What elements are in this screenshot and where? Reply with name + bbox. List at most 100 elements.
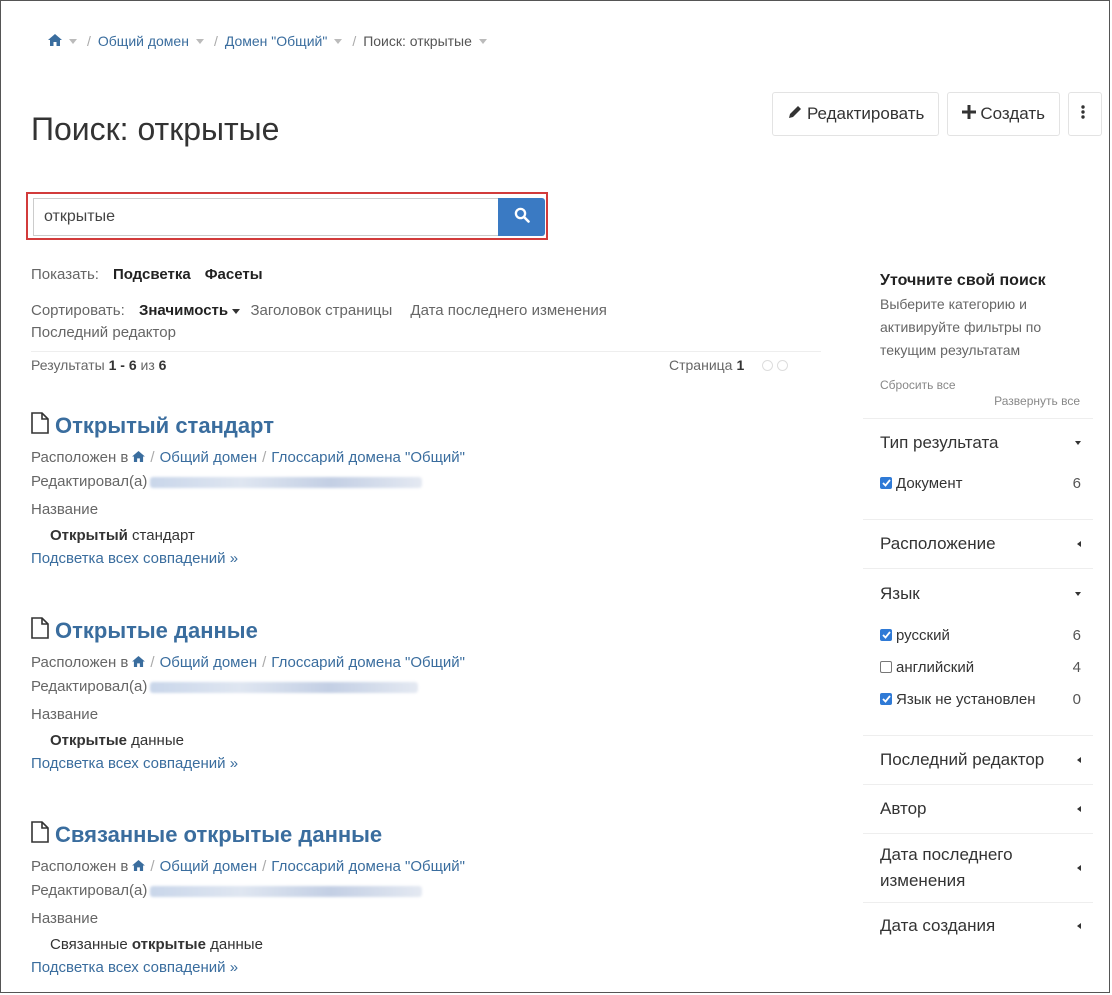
facet-option-count: 6	[1072, 474, 1081, 492]
page-title: Поиск: открытые	[31, 111, 280, 148]
chevron-left-icon	[1077, 806, 1081, 812]
results-count: Результаты 1 - 6 из 6	[31, 357, 166, 373]
result-path-glossary[interactable]: Глоссарий домена "Общий"	[271, 855, 465, 879]
sort-relevance[interactable]: Значимость	[138, 302, 241, 319]
show-label: Показать:	[31, 266, 99, 283]
more-actions-button[interactable]	[1068, 92, 1102, 136]
result-editor: Редактировал(а)	[31, 675, 831, 699]
facet-option[interactable]: Документ 6	[863, 467, 1093, 499]
facet-option-count: 0	[1072, 690, 1081, 708]
chevron-down-icon[interactable]	[334, 38, 343, 44]
sort-page-title[interactable]: Заголовок страницы	[250, 302, 392, 319]
highlight-all-link[interactable]: Подсветка всех совпадений »	[31, 957, 831, 979]
checkbox-unchecked[interactable]	[880, 661, 892, 673]
search-result: Связанные открытые данные Расположен в /…	[31, 821, 831, 979]
sort-relevance-label: Значимость	[138, 302, 229, 319]
facet-label: Автор	[880, 799, 927, 818]
plus-icon	[962, 104, 980, 124]
facet-option-label: английский	[896, 658, 975, 676]
edited-label: Редактировал(а)	[31, 882, 148, 899]
search-input[interactable]: открытые	[33, 198, 498, 236]
home-icon[interactable]	[48, 33, 62, 49]
redacted-editor-info	[150, 476, 423, 488]
highlight-all-link[interactable]: Подсветка всех совпадений »	[31, 548, 831, 570]
snippet-rest: стандарт	[127, 527, 195, 544]
show-facets-toggle[interactable]: Фасеты	[205, 266, 263, 283]
facet-label: Язык	[880, 584, 920, 603]
sidebar-description: Выберите категорию и активируйте фильтры…	[880, 296, 1042, 358]
located-label: Расположен в	[31, 449, 129, 466]
result-path-domain[interactable]: Общий домен	[160, 446, 258, 470]
path-separator: /	[150, 858, 155, 875]
result-title[interactable]: Связанные открытые данные	[31, 821, 831, 849]
prev-page-button[interactable]	[762, 359, 774, 371]
sort-last-editor[interactable]: Последний редактор	[31, 324, 176, 341]
facet-option-label: русский	[896, 626, 950, 644]
snippet-match: Открытые	[50, 732, 127, 749]
facet-last-modified: Дата последнего изменения	[863, 833, 1093, 902]
reset-all-link[interactable]: Сбросить все	[880, 378, 1093, 392]
chevron-down-icon[interactable]	[195, 38, 204, 44]
result-path-glossary[interactable]: Глоссарий домена "Общий"	[271, 651, 465, 675]
refine-search-sidebar: Уточните свой поиск Выберите категорию и…	[863, 262, 1093, 949]
page-toolbar: Редактировать Создать	[771, 92, 1102, 136]
chevron-left-icon	[1077, 757, 1081, 763]
expand-all-link[interactable]: Развернуть все	[863, 394, 1093, 408]
chevron-down-icon[interactable]	[69, 38, 77, 44]
path-separator: /	[262, 449, 267, 466]
breadcrumb-item-domain[interactable]: Общий домен	[98, 33, 189, 49]
facet-header[interactable]: Автор	[863, 785, 1093, 833]
home-icon[interactable]	[132, 651, 146, 675]
facet-header[interactable]: Тип результата	[863, 419, 1093, 467]
facet-header[interactable]: Дата создания	[863, 903, 1093, 949]
path-separator: /	[150, 654, 155, 671]
facet-header[interactable]: Расположение	[863, 520, 1093, 568]
result-title[interactable]: Открытый стандарт	[31, 412, 831, 440]
result-path-glossary[interactable]: Глоссарий домена "Общий"	[271, 446, 465, 470]
checkbox-checked[interactable]	[880, 693, 892, 705]
chevron-down-icon[interactable]	[478, 38, 487, 44]
facet-option[interactable]: русский 6	[863, 619, 1093, 651]
checkbox-checked[interactable]	[880, 477, 892, 489]
result-path-domain[interactable]: Общий домен	[160, 651, 258, 675]
breadcrumb-item-domain-general[interactable]: Домен "Общий"	[225, 33, 327, 49]
result-path-domain[interactable]: Общий домен	[160, 855, 258, 879]
checkbox-checked[interactable]	[880, 629, 892, 641]
breadcrumb-separator: /	[213, 33, 218, 49]
caret-down-icon	[232, 308, 241, 314]
highlight-all-link[interactable]: Подсветка всех совпадений »	[31, 753, 831, 775]
show-options: Показать: Подсветка Фасеты	[31, 266, 263, 283]
breadcrumb-separator: /	[352, 33, 357, 49]
create-button-label: Создать	[980, 104, 1045, 123]
facet-label: Последний редактор	[880, 750, 1045, 769]
page-label: Страница	[669, 357, 733, 373]
chevron-left-icon	[1077, 923, 1081, 929]
result-editor: Редактировал(а)	[31, 879, 831, 903]
result-title[interactable]: Открытые данные	[31, 617, 831, 645]
home-icon[interactable]	[132, 855, 146, 879]
breadcrumb-current: Поиск: открытые	[363, 33, 472, 49]
snippet-rest: данные	[127, 732, 184, 749]
show-highlight-toggle[interactable]: Подсветка	[113, 266, 191, 283]
next-page-button[interactable]	[777, 359, 789, 371]
sidebar-title: Уточните свой поиск	[880, 272, 1046, 289]
facet-last-editor: Последний редактор	[863, 735, 1093, 784]
facet-option[interactable]: английский 4	[863, 651, 1093, 683]
results-range: 1 - 6	[108, 357, 137, 373]
facet-header[interactable]: Язык	[863, 569, 1093, 619]
facet-created: Дата создания	[863, 902, 1093, 949]
search-result: Открытый стандарт Расположен в / Общий д…	[31, 412, 831, 570]
create-button[interactable]: Создать	[947, 92, 1060, 136]
search-result: Открытые данные Расположен в / Общий дом…	[31, 617, 831, 775]
result-location: Расположен в / Общий домен / Глоссарий д…	[31, 855, 831, 879]
home-icon[interactable]	[132, 446, 146, 470]
edited-label: Редактировал(а)	[31, 473, 148, 490]
facet-language: Язык русский 6 английский 4 Язык не уста…	[863, 568, 1093, 735]
facet-header[interactable]: Последний редактор	[863, 736, 1093, 784]
search-button[interactable]	[498, 198, 545, 236]
sort-last-modified[interactable]: Дата последнего изменения	[410, 302, 606, 319]
results-of: из	[140, 357, 155, 373]
edit-button[interactable]: Редактировать	[771, 92, 940, 136]
facet-option[interactable]: Язык не установлен 0	[863, 683, 1093, 715]
facet-header[interactable]: Дата последнего изменения	[863, 834, 1093, 902]
